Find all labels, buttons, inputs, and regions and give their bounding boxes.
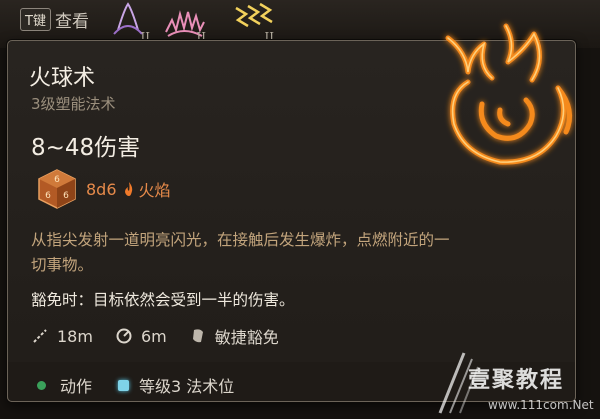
action-label: 动作 — [60, 377, 93, 396]
flame-icon — [124, 182, 132, 196]
svg-text:6: 6 — [45, 191, 51, 201]
save-effect: 豁免时：目标依然会受到一半的伤害。 — [31, 291, 295, 309]
save-type-stat: 敏捷豁免 — [189, 324, 279, 348]
dice-row: 6 6 6 8d6 火焰 — [36, 168, 171, 210]
action-dot-icon — [37, 380, 46, 390]
view-label: 查看 — [54, 11, 89, 32]
spell-slot-2[interactable]: II — [160, 0, 208, 44]
key-cap: T键 — [20, 7, 51, 31]
svg-text:6: 6 — [54, 175, 60, 185]
damage-range: 8~48伤害 — [31, 135, 141, 161]
spell-name: 火球术 — [29, 66, 96, 91]
radius-stat: 6m — [115, 327, 167, 346]
slot-cost-label: 等级3 法术位 — [139, 377, 235, 396]
slot-cost: 等级3 法术位 — [118, 373, 234, 397]
damage-type: 火焰 — [138, 181, 171, 200]
range-value: 18m — [57, 326, 93, 346]
action-cost: 动作 — [37, 373, 92, 397]
watermark-url: www.111com.Net — [488, 398, 594, 412]
spell-description: 从指尖发射一道明亮闪光，在接触后发生爆炸，点燃附近的一切事物。 — [31, 231, 450, 274]
radius-icon — [116, 328, 132, 344]
spell-slot-1[interactable]: II — [104, 0, 152, 44]
range-icon — [33, 329, 47, 343]
radius-value: 6m — [140, 326, 167, 346]
dice-value: 8d6 — [86, 179, 117, 199]
range-stat: 18m — [31, 327, 93, 346]
save-type: 敏捷豁免 — [214, 328, 279, 347]
spell-slot-3[interactable]: II — [228, 0, 276, 44]
key-hint: T键 查看 — [20, 6, 89, 32]
fireball-art-icon — [445, 23, 573, 165]
svg-text:6: 6 — [63, 191, 69, 201]
spell-stats: 18m 6m 敏捷豁免 — [31, 324, 301, 348]
spell-slot-icon — [118, 379, 130, 391]
shield-icon — [192, 329, 203, 343]
cost-row: 动作 等级3 法术位 — [37, 373, 260, 397]
watermark-brand: 壹聚教程 — [468, 368, 565, 393]
dice-icon: 6 6 6 — [38, 169, 76, 209]
spell-school: 3级塑能法术 — [31, 95, 116, 113]
